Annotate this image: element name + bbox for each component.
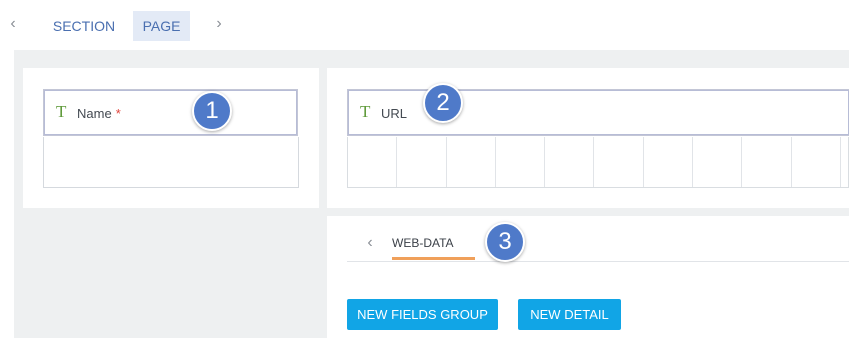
grid-cell[interactable] <box>644 137 694 187</box>
grid-cell[interactable] <box>693 137 743 187</box>
url-field-label: URL <box>381 106 408 121</box>
grid-cell[interactable] <box>594 137 644 187</box>
tab-page[interactable]: PAGE <box>133 11 190 41</box>
callout-badge-2: 2 <box>423 83 463 123</box>
grid-cell[interactable] <box>397 137 447 187</box>
grid-cell[interactable] <box>545 137 595 187</box>
name-field[interactable]: T Name * <box>43 89 298 136</box>
chevron-left-icon[interactable]: ‹ <box>363 233 377 253</box>
grid-cell[interactable] <box>841 137 848 187</box>
grid-cell[interactable] <box>348 137 398 187</box>
chevron-left-icon[interactable]: ‹ <box>6 14 20 34</box>
callout-badge-1: 1 <box>192 91 232 131</box>
column-grid <box>347 137 849 188</box>
url-field[interactable]: T URL <box>347 89 849 136</box>
name-field-label: Name * <box>77 106 121 121</box>
new-fields-group-button[interactable]: NEW FIELDS GROUP <box>347 299 498 330</box>
top-navigation: ‹ SECTION PAGE › <box>0 0 849 50</box>
text-type-icon: T <box>360 102 371 121</box>
chevron-right-icon[interactable]: › <box>212 14 226 34</box>
grid-cell[interactable] <box>742 137 792 187</box>
grid-cell[interactable] <box>792 137 841 187</box>
tabs-divider <box>347 261 849 262</box>
tab-section[interactable]: SECTION <box>50 11 118 41</box>
active-tab-indicator <box>392 257 475 260</box>
new-detail-button[interactable]: NEW DETAIL <box>518 299 621 330</box>
callout-badge-3: 3 <box>485 222 525 262</box>
empty-slot[interactable] <box>43 137 299 188</box>
required-asterisk: * <box>115 106 121 121</box>
text-type-icon: T <box>56 102 67 121</box>
grid-cell[interactable] <box>496 137 546 187</box>
grid-cell[interactable] <box>447 137 496 187</box>
